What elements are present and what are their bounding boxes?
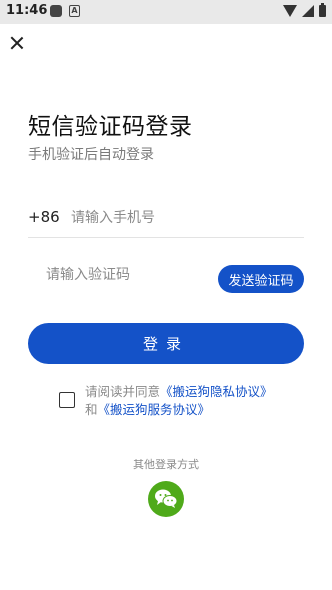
agreement-prefix: 请阅读并同意 [85,384,161,399]
app-notification-icon: A [69,5,80,17]
agreement-and: 和 [85,402,98,417]
wifi-icon [283,5,297,17]
signal-icon [302,5,314,17]
send-code-button[interactable]: 发送验证码 [218,265,304,293]
battery-icon [319,3,326,17]
agreement-text: 请阅读并同意《搬运狗隐私协议》和《搬运狗服务协议》 [85,383,300,419]
status-time: 11:46 [6,3,48,18]
page-title: 短信验证码登录 [28,114,193,140]
agree-checkbox[interactable] [59,392,75,408]
other-login-label: 其他登录方式 [133,458,199,471]
wechat-icon [155,489,178,508]
status-bar: 11:46 A [0,0,332,24]
phone-row: +86 [28,202,304,238]
page-subtitle: 手机验证后自动登录 [28,147,154,163]
close-icon[interactable] [7,33,27,53]
code-input[interactable] [46,262,206,288]
status-icons [283,3,326,17]
login-button[interactable]: 登录 [28,323,304,364]
country-code[interactable]: +86 [28,208,60,226]
service-link[interactable]: 《搬运狗服务协议》 [98,402,211,417]
phone-input[interactable] [71,204,301,232]
notification-icon [50,5,62,17]
wechat-login-button[interactable] [148,481,184,517]
privacy-link[interactable]: 《搬运狗隐私协议》 [160,384,273,399]
